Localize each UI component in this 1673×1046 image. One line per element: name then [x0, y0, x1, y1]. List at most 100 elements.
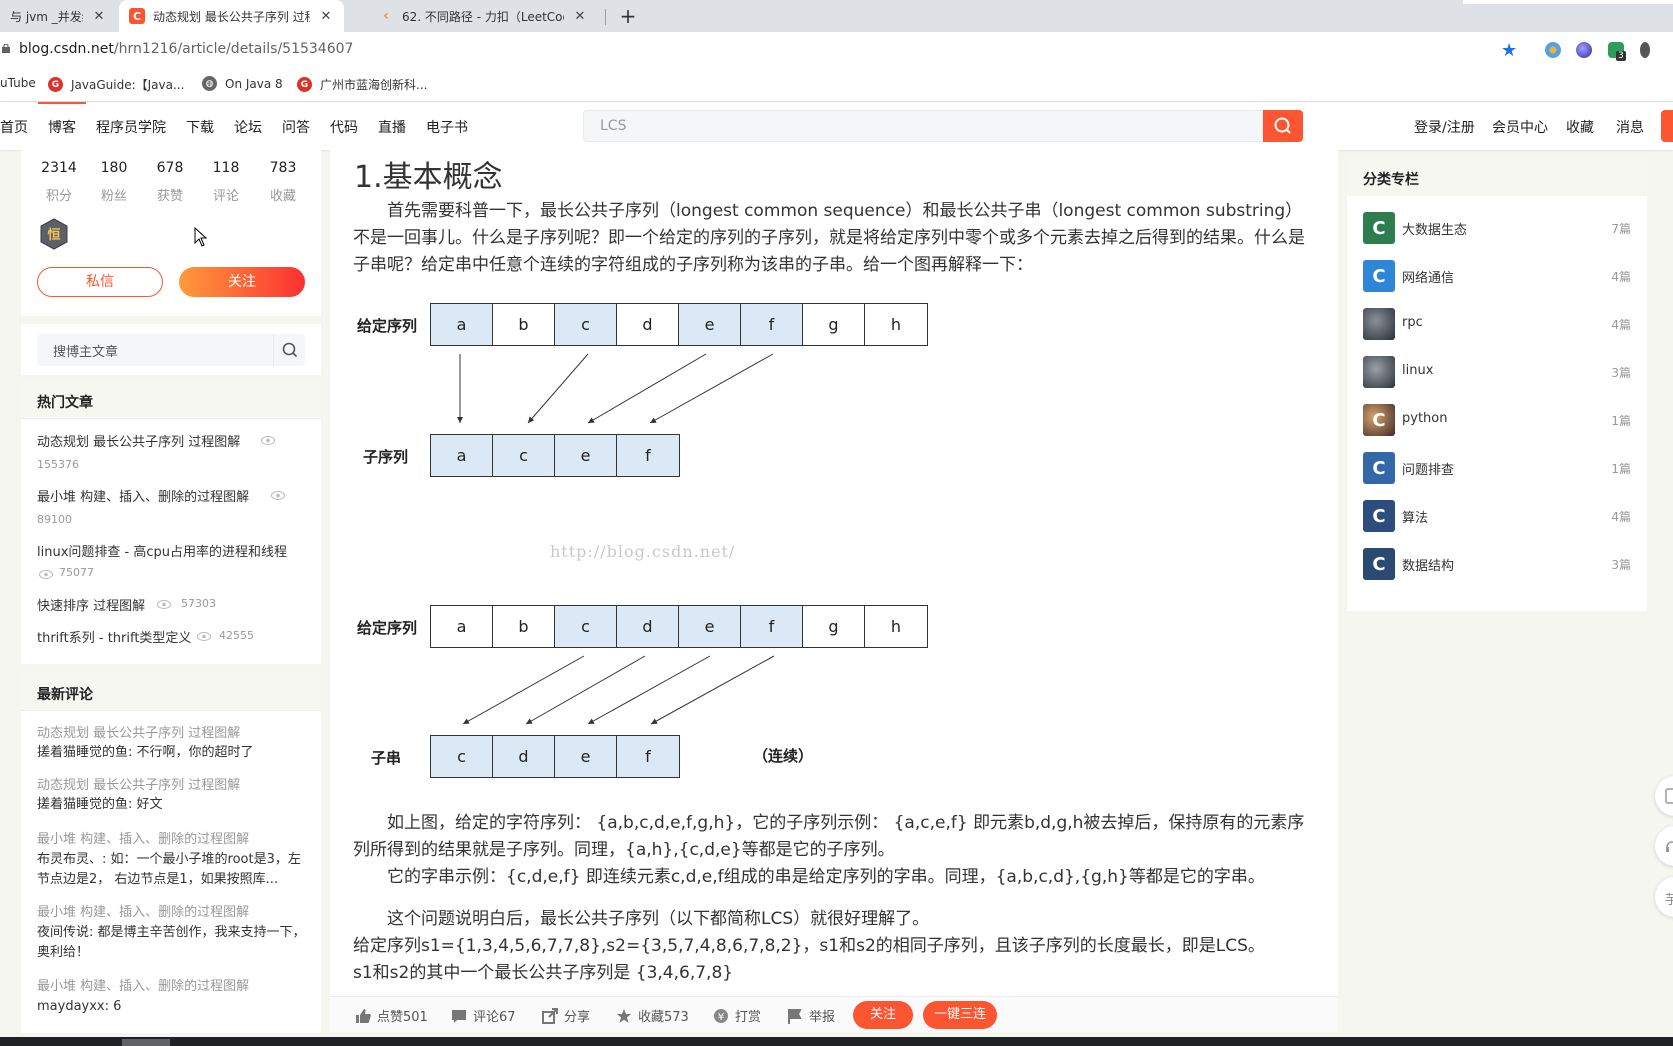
- bookmark-favicon-icon: G: [48, 77, 63, 92]
- address-bar[interactable]: blog.csdn.net/hrn1216/article/details/51…: [0, 32, 1673, 68]
- column-item[interactable]: C 数据结构 3篇: [1363, 548, 1631, 582]
- close-icon[interactable]: ✕: [572, 9, 588, 24]
- nav-messages[interactable]: 消息: [1616, 117, 1644, 137]
- nav-forum[interactable]: 论坛: [234, 117, 262, 137]
- given-sequence-label: 给定序列: [357, 317, 418, 335]
- tab-lcs-article[interactable]: C 动态规划 最长公共子序列 过程图 ✕: [119, 0, 344, 32]
- globe-icon: ◍: [202, 76, 217, 91]
- bookmark-star-icon[interactable]: ★: [1501, 40, 1517, 61]
- nav-login[interactable]: 登录/注册: [1414, 117, 1475, 137]
- extension-icon[interactable]: [1545, 42, 1561, 58]
- article-paragraph: 给定序列s1={1,3,4,5,6,7,7,8},s2={3,5,7,4,8,6…: [353, 936, 1265, 956]
- nav-qa[interactable]: 问答: [282, 117, 310, 137]
- url-text[interactable]: blog.csdn.net/hrn1216/article/details/51…: [19, 41, 353, 57]
- nav-favorites[interactable]: 收藏: [1566, 117, 1594, 137]
- column-item[interactable]: C python 1篇: [1363, 404, 1631, 438]
- float-tool-button[interactable]: 芋: [1655, 877, 1673, 917]
- substring-row: c d e f: [430, 735, 680, 778]
- nav-home[interactable]: 首页: [0, 117, 28, 137]
- bookmark-guangzhou[interactable]: G 广州市蓝海创新科...: [297, 76, 427, 93]
- sequence-cell: b: [493, 304, 555, 345]
- nav-ebook[interactable]: 电子书: [426, 117, 468, 137]
- publish-button[interactable]: [1661, 110, 1673, 142]
- tab-leetcode[interactable]: ‹ 62. 不同路径 - 力扣（LeetCode ✕: [368, 0, 598, 32]
- stat-comments: 118: [212, 160, 240, 176]
- extension-icon[interactable]: [1640, 42, 1650, 58]
- badge-icon[interactable]: 恒: [39, 218, 69, 250]
- hot-article-link[interactable]: thrift系列 - thrift类型定义: [37, 627, 191, 646]
- comment-label: 评论67: [473, 1010, 516, 1025]
- nav-vip[interactable]: 会员中心: [1492, 117, 1548, 137]
- arrow-line: [587, 353, 707, 424]
- column-thumb-icon: C: [1363, 404, 1395, 436]
- hot-article-views: 57303: [181, 597, 216, 610]
- comment-article-link[interactable]: 最小堆 构建、插入、删除的过程图解: [37, 975, 249, 994]
- collect-label: 收藏573: [638, 1010, 689, 1025]
- comment-text: maydayxx: 6: [37, 999, 122, 1014]
- hot-article-link[interactable]: linux问题排查 - 高cpu占用率的进程和线程: [37, 541, 287, 560]
- comment-article-link[interactable]: 动态规划 最长公共子序列 过程图解: [37, 774, 240, 793]
- column-item[interactable]: rpc 4篇: [1363, 308, 1631, 342]
- column-item[interactable]: C 问题排查 1篇: [1363, 452, 1631, 486]
- eye-icon: [271, 491, 285, 500]
- site-navbar: 首页 博客 程序员学院 下载 论坛 问答 代码 直播 电子书 LCS 登录/注册…: [0, 102, 1673, 150]
- category-columns-title: 分类专栏: [1347, 158, 1647, 196]
- new-tab-button[interactable]: +: [616, 4, 640, 28]
- column-item[interactable]: C 大数据生态 7篇: [1363, 212, 1631, 246]
- nav-academy[interactable]: 程序员学院: [96, 117, 166, 137]
- follow-author-button[interactable]: 关注: [179, 267, 305, 297]
- hot-article-link[interactable]: 动态规划 最长公共子序列 过程图解: [37, 431, 240, 450]
- blog-search-button[interactable]: [273, 334, 305, 366]
- hot-article-link[interactable]: 快速排序 过程图解: [37, 595, 145, 614]
- column-count: 1篇: [1611, 462, 1631, 476]
- sequence-cell: g: [803, 304, 865, 345]
- close-icon[interactable]: ✕: [318, 9, 334, 24]
- comment-article-link[interactable]: 最小堆 构建、插入、删除的过程图解: [37, 828, 249, 847]
- comment-article-link[interactable]: 最小堆 构建、插入、删除的过程图解: [37, 901, 249, 920]
- eye-icon: [197, 632, 211, 641]
- blog-search-card: 搜博主文章: [21, 324, 321, 375]
- lock-icon: [2, 44, 10, 53]
- url-host: blog.csdn.net: [19, 41, 114, 57]
- follow-button[interactable]: 关注: [853, 1001, 913, 1029]
- hot-article-link[interactable]: 最小堆 构建、插入、删除的过程图解: [37, 486, 249, 505]
- bookmark-youtube[interactable]: uTube: [0, 76, 36, 90]
- taskbar-strip: [0, 1037, 1673, 1046]
- reward-button[interactable]: ¥ 打赏: [713, 1006, 761, 1025]
- comment-article-link[interactable]: 动态规划 最长公共子序列 过程图解: [37, 722, 240, 741]
- column-item[interactable]: C 算法 4篇: [1363, 500, 1631, 534]
- extension-icon[interactable]: [1576, 42, 1592, 58]
- column-item[interactable]: C 网络通信 4篇: [1363, 260, 1631, 294]
- column-item[interactable]: linux 3篇: [1363, 356, 1631, 390]
- article-paragraph: 这个问题说明白后，最长公共子序列（以下都简称LCS）就很好理解了。: [387, 909, 930, 929]
- star-icon: [617, 1008, 631, 1023]
- tab-jvm[interactable]: 与 jvm _并发编程 ✕: [0, 0, 117, 32]
- private-message-button[interactable]: 私信: [37, 267, 163, 297]
- close-icon[interactable]: ✕: [91, 9, 107, 24]
- blog-search-input[interactable]: 搜博主文章: [37, 334, 305, 366]
- nav-download[interactable]: 下载: [186, 117, 214, 137]
- report-button[interactable]: 举报: [787, 1006, 835, 1025]
- like-button[interactable]: 点赞501: [355, 1006, 428, 1025]
- hot-article-views: 75077: [59, 566, 94, 579]
- bookmark-javaguide[interactable]: G JavaGuide:【Java...: [48, 76, 184, 93]
- triple-action-button[interactable]: 一键三连: [923, 1001, 997, 1029]
- sequence-cell: e: [679, 304, 741, 345]
- bookmark-onjava8[interactable]: ◍ On Java 8: [202, 76, 283, 91]
- nav-blog[interactable]: 博客: [48, 117, 76, 137]
- sequence-cell: e: [679, 606, 741, 647]
- nav-live[interactable]: 直播: [378, 117, 406, 137]
- stat-label: 积分: [45, 189, 72, 204]
- site-search-button[interactable]: [1263, 110, 1303, 142]
- bookmark-label: On Java 8: [225, 76, 283, 91]
- article-content: 1.基本概念 首先需要科普一下，最长公共子序列（longest common s…: [330, 150, 1338, 996]
- nav-code[interactable]: 代码: [330, 117, 358, 137]
- collect-button[interactable]: 收藏573: [616, 1006, 689, 1025]
- float-service-button[interactable]: [1655, 826, 1673, 866]
- share-button[interactable]: 分享: [542, 1006, 590, 1025]
- article-heading: 1.基本概念: [354, 160, 503, 195]
- float-phone-button[interactable]: [1655, 776, 1673, 816]
- column-name: 数据结构: [1402, 559, 1455, 574]
- comment-button[interactable]: 评论67: [451, 1006, 516, 1025]
- site-search-input[interactable]: LCS: [583, 110, 1263, 142]
